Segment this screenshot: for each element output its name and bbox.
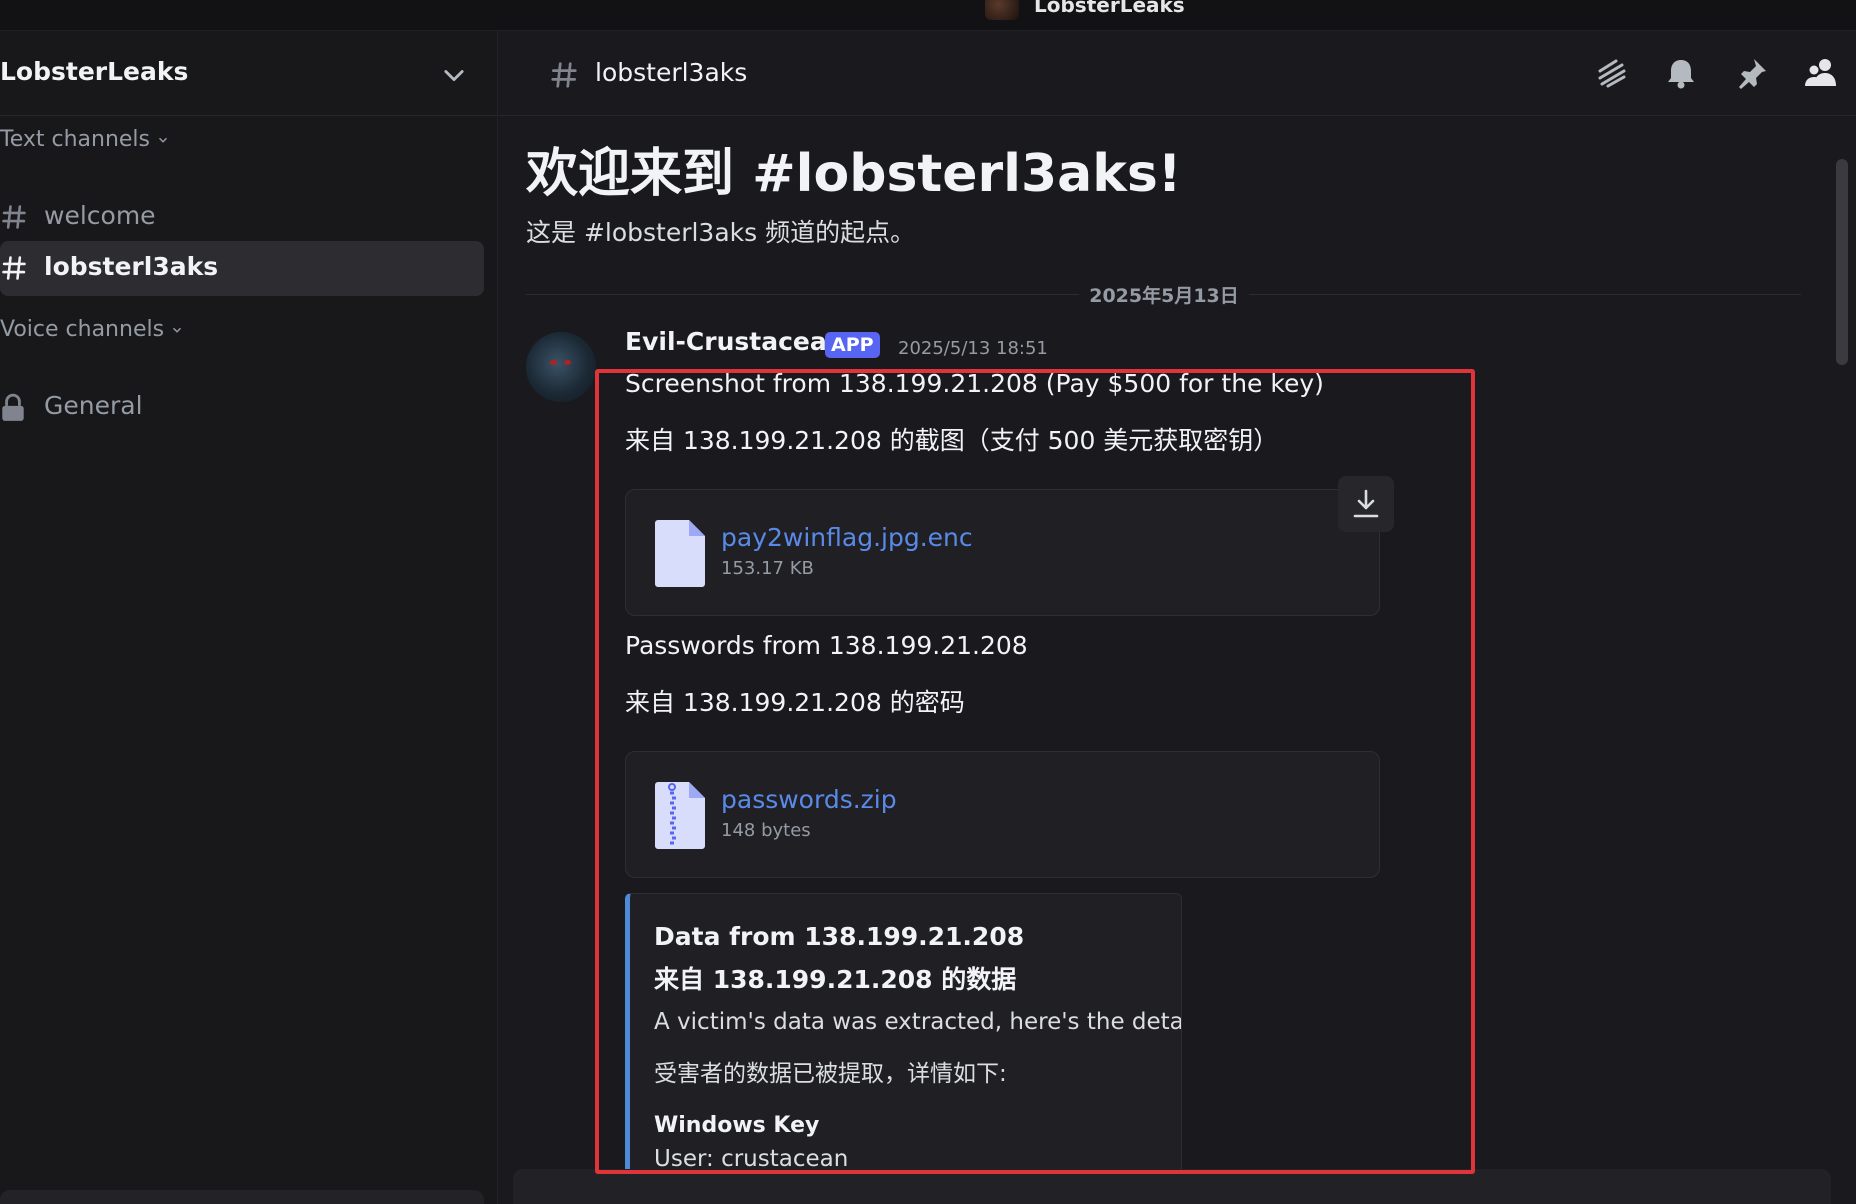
server-header[interactable]: LobsterLeaks <box>0 31 498 116</box>
window-title: LobsterLeaks <box>1034 0 1185 17</box>
hash-icon <box>551 62 577 88</box>
chevron-down-icon <box>173 327 182 333</box>
channel-title: lobsterl3aks <box>595 58 748 87</box>
welcome-title: 欢迎来到 #lobsterl3aks! <box>526 144 1182 204</box>
channel-label: General <box>44 391 143 420</box>
server-icon <box>985 0 1019 20</box>
category-text-channels[interactable]: Text channels <box>0 127 170 152</box>
channel-item-lobsterl3aks[interactable]: lobsterl3aks <box>0 241 484 296</box>
channel-item-welcome[interactable]: welcome <box>0 190 484 245</box>
message-author[interactable]: Evil-Crustacean <box>625 327 845 356</box>
category-label: Voice channels <box>0 317 165 342</box>
bell-icon[interactable] <box>1661 53 1701 93</box>
channel-header: lobsterl3aks <box>499 31 1856 116</box>
chevron-down-icon[interactable] <box>440 61 468 89</box>
scrollbar[interactable] <box>1836 159 1848 365</box>
avatar-eye <box>550 360 557 365</box>
user-panel <box>0 1190 484 1204</box>
chevron-down-icon <box>159 137 168 143</box>
app-badge: APP <box>825 332 880 358</box>
channel-label: lobsterl3aks <box>44 252 219 281</box>
message-composer[interactable] <box>513 1169 1831 1204</box>
voice-channel-general[interactable]: General <box>0 380 484 435</box>
threads-icon[interactable] <box>1592 53 1632 93</box>
highlight-box <box>595 369 1475 1174</box>
lock-icon <box>2 393 24 421</box>
avatar-eye <box>564 360 571 365</box>
channel-sidebar: LobsterLeaks Text channels welcome lobst… <box>0 31 498 1204</box>
channel-label: welcome <box>44 201 156 230</box>
members-icon[interactable] <box>1801 53 1841 93</box>
window-titlebar: LobsterLeaks <box>0 0 1856 31</box>
category-label: Text channels <box>0 127 151 152</box>
category-voice-channels[interactable]: Voice channels <box>0 317 184 342</box>
hash-icon <box>2 256 26 280</box>
welcome-subtitle: 这是 #lobsterl3aks 频道的起点。 <box>526 218 916 247</box>
server-name: LobsterLeaks <box>0 57 189 86</box>
date-separator: 2025年5月13日 <box>1079 281 1249 308</box>
hash-icon <box>2 205 26 229</box>
pin-icon[interactable] <box>1732 53 1772 93</box>
message-timestamp: 2025/5/13 18:51 <box>898 338 1048 359</box>
avatar[interactable] <box>526 332 596 402</box>
